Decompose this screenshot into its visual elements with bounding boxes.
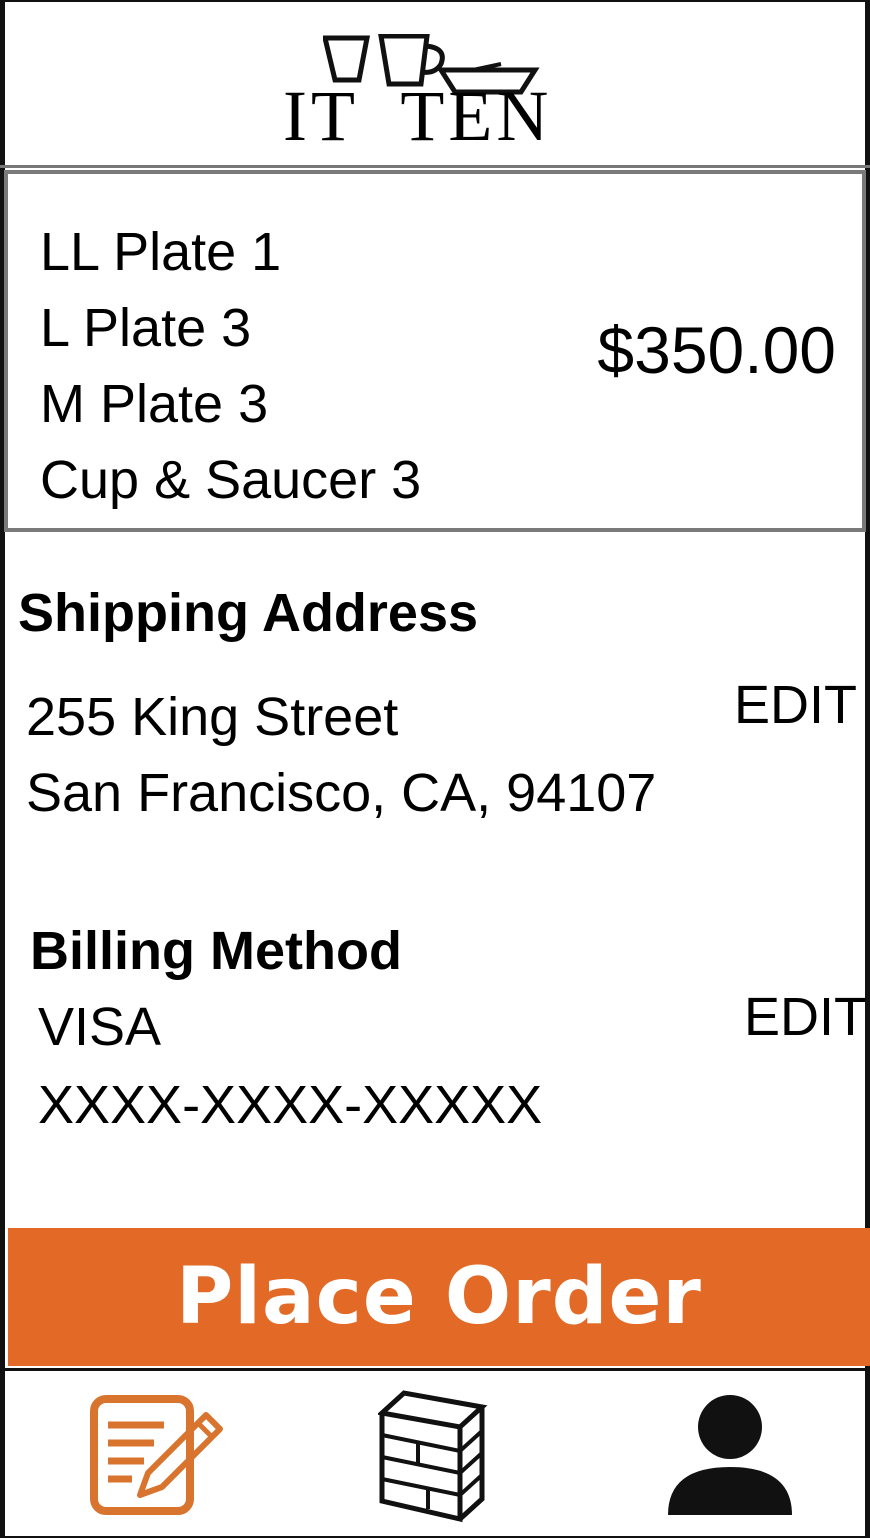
logo: IT TEN bbox=[283, 24, 628, 154]
order-item: LL Plate 1 bbox=[40, 222, 282, 282]
order-item: M Plate 3 bbox=[40, 374, 269, 434]
edit-shipping-button[interactable]: EDIT bbox=[734, 674, 857, 736]
tab-profile[interactable] bbox=[666, 1393, 796, 1520]
order-item: Cup & Saucer 3 bbox=[40, 450, 422, 510]
order-total: $350.00 bbox=[597, 313, 836, 387]
tab-shelf[interactable] bbox=[376, 1389, 488, 1528]
billing-card-type: VISA bbox=[38, 997, 162, 1057]
billing-card-number: XXXX-XXXX-XXXXX bbox=[38, 1075, 543, 1135]
place-order-button[interactable]: Place Order bbox=[8, 1228, 870, 1366]
bottom-tab-bar bbox=[0, 1368, 870, 1538]
header: IT TEN bbox=[0, 0, 870, 168]
shipping-address-line2: San Francisco, CA, 94107 bbox=[26, 763, 657, 823]
order-summary: LL Plate 1 L Plate 3 M Plate 3 Cup & Sau… bbox=[4, 170, 866, 532]
shipping-address-line1: 255 King Street bbox=[26, 687, 399, 747]
user-icon bbox=[668, 1395, 792, 1515]
edit-billing-button[interactable]: EDIT bbox=[744, 986, 867, 1048]
edit-note-icon bbox=[90, 1395, 223, 1515]
shelf-icon bbox=[376, 1390, 488, 1523]
order-item: L Plate 3 bbox=[40, 298, 252, 358]
logo-text: IT TEN bbox=[283, 76, 553, 156]
order-items-list: LL Plate 1 L Plate 3 M Plate 3 Cup & Sau… bbox=[40, 214, 421, 518]
tab-orders[interactable] bbox=[88, 1391, 228, 1524]
billing-method-title: Billing Method bbox=[30, 921, 402, 981]
shipping-address-title: Shipping Address bbox=[18, 583, 479, 643]
